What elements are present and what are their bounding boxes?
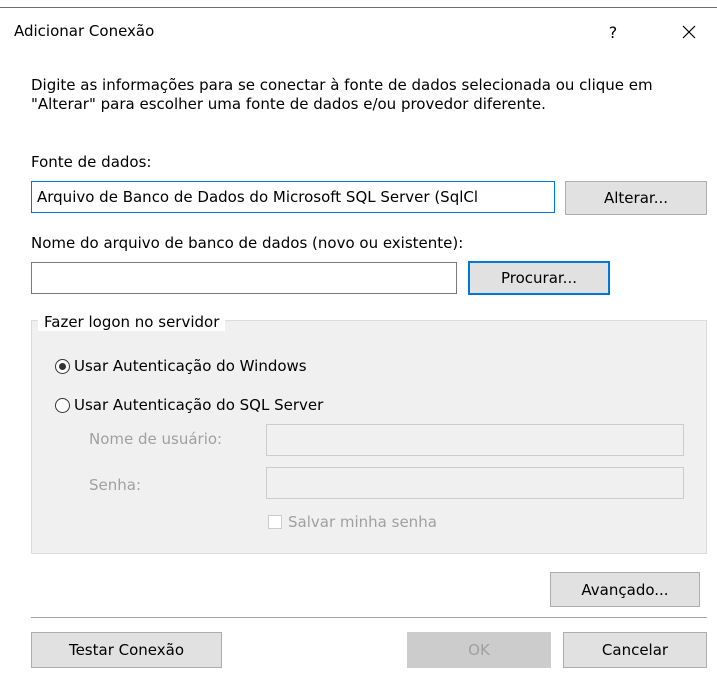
window-title: Adicionar Conexão	[14, 22, 155, 40]
data-source-field[interactable]: Arquivo de Banco de Dados do Microsoft S…	[31, 181, 555, 213]
username-input[interactable]	[266, 424, 684, 456]
instructions-text: Digite as informações para se conectar à…	[31, 76, 653, 113]
cancel-button[interactable]: Cancelar	[563, 632, 707, 668]
close-icon	[682, 25, 696, 39]
browse-button[interactable]: Procurar...	[468, 261, 610, 295]
username-label: Nome de usuário:	[89, 430, 223, 448]
footer-separator	[31, 617, 707, 618]
checkbox-unchecked-icon	[268, 515, 282, 529]
database-file-input[interactable]	[31, 262, 457, 294]
password-input[interactable]	[266, 467, 684, 499]
ok-button[interactable]: OK	[407, 632, 551, 668]
sql-auth-label: Usar Autenticação do SQL Server	[74, 396, 324, 414]
windows-auth-radio[interactable]: Usar Autenticação do Windows	[55, 357, 307, 375]
help-icon: ?	[608, 22, 618, 42]
database-file-label: Nome do arquivo de banco de dados (novo …	[31, 234, 464, 252]
radio-unselected-icon	[55, 397, 70, 413]
password-label: Senha:	[89, 476, 142, 494]
advanced-button[interactable]: Avançado...	[550, 572, 700, 607]
save-password-checkbox[interactable]: Salvar minha senha	[268, 513, 437, 531]
radio-selected-icon	[55, 358, 70, 374]
title-bar[interactable]: Adicionar Conexão ?	[0, 8, 717, 54]
add-connection-dialog: Adicionar Conexão ? Digite as informaçõe…	[0, 0, 717, 680]
windows-auth-label: Usar Autenticação do Windows	[74, 357, 307, 375]
test-connection-button[interactable]: Testar Conexão	[31, 632, 222, 668]
change-data-source-button[interactable]: Alterar...	[565, 181, 707, 215]
sql-auth-radio[interactable]: Usar Autenticação do SQL Server	[55, 396, 323, 414]
logon-group-label: Fazer logon no servidor	[38, 313, 226, 331]
close-button[interactable]	[666, 16, 712, 48]
data-source-label: Fonte de dados:	[31, 153, 152, 171]
save-password-label: Salvar minha senha	[288, 513, 437, 531]
help-button[interactable]: ?	[590, 16, 636, 48]
